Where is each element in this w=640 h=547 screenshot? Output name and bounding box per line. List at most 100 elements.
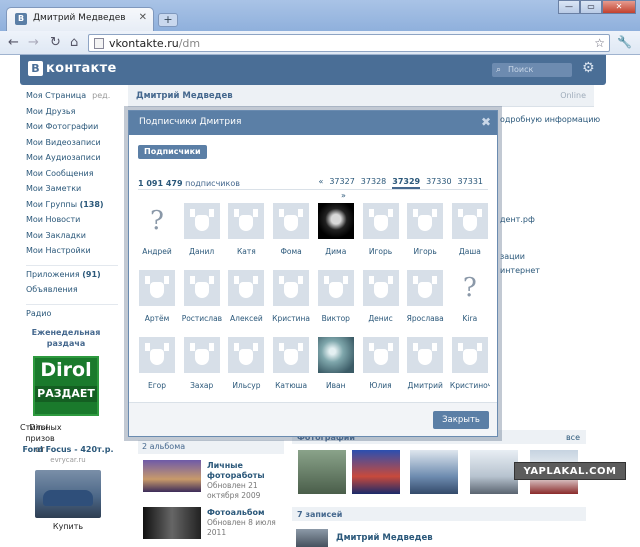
close-window-button[interactable]: ✕ xyxy=(602,0,636,14)
subscriber-card[interactable]: Фома xyxy=(271,203,311,256)
subscriber-name[interactable]: Иван xyxy=(316,381,356,390)
url-path: /dm xyxy=(178,37,201,50)
pager-page[interactable]: 37330 xyxy=(426,177,451,189)
subscriber-name[interactable]: Алексей xyxy=(226,314,266,323)
dialog-footer: Закрыть xyxy=(129,402,497,436)
pager-page[interactable]: 37327 xyxy=(329,177,354,189)
default-dog-avatar-icon[interactable] xyxy=(407,337,444,373)
subscriber-card[interactable]: Артём xyxy=(137,270,177,323)
bookmark-star-icon[interactable]: ☆ xyxy=(594,36,605,50)
subscriber-name[interactable]: Фома xyxy=(271,247,311,256)
avatar[interactable] xyxy=(317,203,354,239)
subscriber-card[interactable]: Иван xyxy=(316,337,356,390)
address-bar[interactable]: vkontakte.ru/dm ☆ xyxy=(88,34,610,52)
subscriber-name[interactable]: Игорь xyxy=(405,247,445,256)
subscriber-name[interactable]: Данил xyxy=(182,247,222,256)
new-tab-button[interactable]: + xyxy=(158,13,178,27)
subscriber-name[interactable]: Артём xyxy=(137,314,177,323)
subscriber-card[interactable]: Кристина xyxy=(271,270,311,323)
avatar[interactable] xyxy=(317,337,354,373)
subscriber-card[interactable]: Дима xyxy=(316,203,356,256)
tab-subscribers[interactable]: Подписчики xyxy=(138,145,207,159)
subscriber-name[interactable]: Кристина xyxy=(271,314,311,323)
unknown-avatar-icon[interactable]: ? xyxy=(451,270,488,306)
default-dog-avatar-icon[interactable] xyxy=(139,270,175,306)
pager-next[interactable]: » xyxy=(341,191,346,200)
subscriber-card[interactable]: Алексей xyxy=(226,270,266,323)
pager-current-page: 37329 xyxy=(392,177,421,189)
subscriber-card[interactable]: Катюша xyxy=(271,337,311,390)
subscriber-name[interactable]: Кристиночк xyxy=(450,381,490,390)
subscriber-card[interactable]: Ростислав xyxy=(182,270,222,323)
default-dog-avatar-icon[interactable] xyxy=(183,270,220,306)
default-dog-avatar-icon[interactable] xyxy=(451,337,488,373)
close-button[interactable]: Закрыть xyxy=(433,411,489,429)
wrench-icon[interactable]: 🔧 xyxy=(617,35,632,49)
subscriber-name[interactable]: Игорь xyxy=(361,247,401,256)
default-dog-avatar-icon[interactable] xyxy=(273,270,310,306)
default-dog-avatar-icon[interactable] xyxy=(228,337,265,373)
pagination: « 37327 37328 37329 37330 37331 xyxy=(318,177,483,189)
default-dog-avatar-icon[interactable] xyxy=(407,203,444,239)
tab-close-icon[interactable]: ✕ xyxy=(139,12,147,23)
subscriber-card[interactable]: Захар xyxy=(182,337,222,390)
forward-icon[interactable]: → xyxy=(28,35,39,50)
subscriber-card[interactable]: Юлия xyxy=(361,337,401,390)
default-dog-avatar-icon[interactable] xyxy=(317,270,354,306)
default-dog-avatar-icon[interactable] xyxy=(183,203,220,239)
subscriber-name[interactable]: Егор xyxy=(137,381,177,390)
default-dog-avatar-icon[interactable] xyxy=(362,337,399,373)
subscriber-card[interactable]: ? Андрей xyxy=(137,203,177,256)
subscribers-count: 1 091 479 подписчиков xyxy=(138,179,240,188)
subscriber-card[interactable]: Егор xyxy=(137,337,177,390)
subscriber-card[interactable]: Данил xyxy=(182,203,222,256)
subscriber-card[interactable]: ? Kira xyxy=(450,270,490,323)
subscriber-name[interactable]: Андрей xyxy=(137,247,177,256)
pager-page[interactable]: 37328 xyxy=(361,177,386,189)
subscriber-card[interactable]: Ильсур xyxy=(226,337,266,390)
page-icon xyxy=(94,38,104,49)
subscriber-card[interactable]: Даша xyxy=(450,203,490,256)
close-icon[interactable]: ✖ xyxy=(481,115,491,129)
default-dog-avatar-icon[interactable] xyxy=(362,270,399,306)
pager-page[interactable]: 37331 xyxy=(458,177,483,189)
subscriber-card[interactable]: Игорь xyxy=(405,203,445,256)
minimize-button[interactable]: — xyxy=(558,0,580,14)
default-dog-avatar-icon[interactable] xyxy=(451,203,488,239)
subscriber-name[interactable]: Дмитрий xyxy=(405,381,445,390)
subscriber-name[interactable]: Денис xyxy=(361,314,401,323)
default-dog-avatar-icon[interactable] xyxy=(273,203,310,239)
subscriber-name[interactable]: Kira xyxy=(450,314,490,323)
home-icon[interactable]: ⌂ xyxy=(70,35,78,50)
subscriber-card[interactable]: Дмитрий xyxy=(405,337,445,390)
default-dog-avatar-icon[interactable] xyxy=(273,337,310,373)
subscriber-name[interactable]: Катюша xyxy=(271,381,311,390)
back-icon[interactable]: ← xyxy=(8,35,19,50)
subscriber-card[interactable]: Кристиночк xyxy=(450,337,490,390)
subscriber-card[interactable]: Ярослава xyxy=(405,270,445,323)
subscriber-card[interactable]: Игорь xyxy=(361,203,401,256)
browser-tab[interactable]: В Дмитрий Медведев ✕ xyxy=(6,7,154,31)
subscriber-card[interactable]: Катя xyxy=(226,203,266,256)
subscriber-name[interactable]: Ильсур xyxy=(226,381,266,390)
subscriber-name[interactable]: Ярослава xyxy=(405,314,445,323)
unknown-avatar-icon[interactable]: ? xyxy=(139,203,175,239)
subscriber-name[interactable]: Даша xyxy=(450,247,490,256)
subscriber-name[interactable]: Дима xyxy=(316,247,356,256)
subscriber-name[interactable]: Катя xyxy=(226,247,266,256)
default-dog-avatar-icon[interactable] xyxy=(228,203,265,239)
subscriber-card[interactable]: Денис xyxy=(361,270,401,323)
maximize-button[interactable]: ▭ xyxy=(580,0,602,14)
pager-prev[interactable]: « xyxy=(318,177,323,189)
default-dog-avatar-icon[interactable] xyxy=(183,337,220,373)
subscriber-name[interactable]: Захар xyxy=(182,381,222,390)
subscriber-name[interactable]: Юлия xyxy=(361,381,401,390)
subscriber-card[interactable]: Виктор xyxy=(316,270,356,323)
default-dog-avatar-icon[interactable] xyxy=(139,337,175,373)
default-dog-avatar-icon[interactable] xyxy=(228,270,265,306)
subscriber-name[interactable]: Виктор xyxy=(316,314,356,323)
reload-icon[interactable]: ↻ xyxy=(50,35,61,50)
subscriber-name[interactable]: Ростислав xyxy=(182,314,222,323)
default-dog-avatar-icon[interactable] xyxy=(407,270,444,306)
default-dog-avatar-icon[interactable] xyxy=(362,203,399,239)
